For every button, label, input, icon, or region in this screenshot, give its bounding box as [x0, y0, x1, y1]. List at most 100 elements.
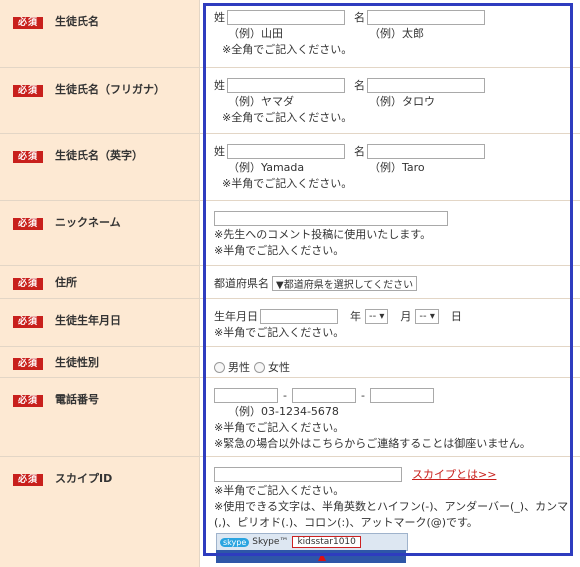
field-cell: - - （例）03-1234-5678 ※半角でご記入ください。 ※緊急の場合以… [200, 378, 580, 456]
required-badge: 必須 [13, 358, 43, 370]
skype-id-input[interactable] [214, 466, 402, 482]
note-emergency: ※緊急の場合以外はこちらからご連絡することは御座いません。 [214, 437, 531, 450]
registration-form: 必須 生徒氏名 姓 名 （例）山田 （例）太郎 ※全角でご記入ください。 必須 生… [0, 0, 580, 567]
cursor-arrow-icon [318, 553, 326, 561]
last-name-roman-input[interactable] [227, 143, 345, 159]
birth-day-select[interactable]: -- ▾ [415, 308, 439, 324]
phone-example: （例）03-1234-5678 [228, 405, 339, 418]
gender-male-label: 男性 [228, 361, 250, 374]
example-sei: （例）ヤマダ [228, 95, 294, 108]
example-mei: （例）太郎 [369, 27, 424, 40]
first-name-input[interactable] [367, 9, 485, 25]
field-cell: 姓 名 （例）Yamada （例）Taro ※半角でご記入ください。 [200, 134, 580, 200]
row-student-name-kana: 必須 生徒氏名（フリガナ） 姓 名 （例）ヤマダ （例）タロウ ※全角でご記入くだ… [0, 68, 580, 134]
note: ※全角でご記入ください。 [222, 43, 353, 56]
label-cell: 必須 生徒性別 [0, 347, 200, 377]
field-label: 生徒生年月日 [55, 314, 121, 327]
birth-month-select[interactable]: -- ▾ [365, 308, 389, 324]
required-badge: 必須 [13, 316, 43, 328]
first-name-kana-input[interactable] [367, 77, 485, 93]
skype-logo: skype [220, 537, 250, 547]
phone-part1-input[interactable] [214, 387, 278, 403]
label-cell: 必須 住所 [0, 266, 200, 298]
label-cell: 必須 スカイプID [0, 457, 200, 567]
field-cell: 都道府県名 ▼都道府県を選択してください [200, 266, 580, 298]
label-cell: 必須 生徒生年月日 [0, 299, 200, 346]
required-badge: 必須 [13, 17, 43, 29]
required-badge: 必須 [13, 218, 43, 230]
gender-female-label: 女性 [268, 361, 290, 374]
year-suffix: 年 [350, 310, 361, 323]
row-student-name: 必須 生徒氏名 姓 名 （例）山田 （例）太郎 ※全角でご記入ください。 [0, 0, 580, 68]
phone-dash: - [360, 388, 365, 402]
note-allowed-chars-cont: (,)、ピリオド(.)、コロン(:)、アットマーク(@)です。 [214, 516, 478, 529]
field-cell: 姓 名 （例）山田 （例）太郎 ※全角でご記入ください。 [200, 0, 580, 67]
required-badge: 必須 [13, 85, 43, 97]
field-cell: 男性 女性 [200, 347, 580, 377]
phone-part2-input[interactable] [291, 387, 356, 403]
row-gender: 必須 生徒性別 男性 女性 [0, 347, 580, 378]
skype-about-link[interactable]: スカイプとは>> [412, 466, 496, 482]
note-halfwidth: ※半角でご記入ください。 [214, 244, 345, 257]
field-label: 生徒性別 [55, 356, 99, 369]
row-nickname: 必須 ニックネーム ※先生へのコメント投稿に使用いたします。 ※半角でご記入くだ… [0, 201, 580, 266]
gender-female-radio[interactable] [254, 361, 265, 373]
example-sei: （例）Yamada [228, 161, 305, 174]
field-label: 住所 [55, 276, 77, 289]
label-cell: 必須 生徒氏名（フリガナ） [0, 68, 200, 133]
birth-year-label: 生年月日 [214, 310, 258, 323]
row-address: 必須 住所 都道府県名 ▼都道府県を選択してください [0, 266, 580, 299]
example-mei: （例）Taro [369, 161, 425, 174]
note: ※全角でご記入ください。 [222, 111, 353, 124]
required-badge: 必須 [13, 151, 43, 163]
month-suffix: 月 [400, 310, 412, 323]
nickname-input[interactable] [214, 210, 448, 226]
note-halfwidth: ※半角でご記入ください。 [214, 484, 345, 497]
row-phone: 必須 電話番号 - - （例）03-1234-5678 ※半角でご記入ください。… [0, 378, 580, 457]
note-allowed-chars: ※使用できる文字は、半角英数とハイフン(-)、アンダーバー(_)、カンマ [214, 500, 569, 513]
first-name-roman-input[interactable] [367, 143, 485, 159]
label-cell: 必須 電話番号 [0, 378, 200, 456]
mei-label: 名 [354, 11, 365, 24]
skype-brand: Skype™ [252, 537, 289, 547]
skype-screenshot: skype Skype™ kidsstar1010 [216, 533, 408, 551]
row-birthdate: 必須 生徒生年月日 生年月日 年 -- ▾ 月 -- ▾ 日 ※半角でご記入くだ… [0, 299, 580, 347]
sei-label: 姓 [214, 11, 225, 24]
label-cell: 必須 生徒氏名（英字） [0, 134, 200, 200]
note: ※半角でご記入ください。 [222, 177, 353, 190]
gender-male-radio[interactable] [214, 361, 225, 373]
example-mei: （例）タロウ [369, 95, 435, 108]
phone-part3-input[interactable] [369, 387, 434, 403]
prefecture-select[interactable]: ▼都道府県を選択してください [272, 275, 418, 291]
skype-username: kidsstar1010 [292, 536, 361, 548]
phone-dash: - [283, 388, 287, 402]
mei-label: 名 [354, 79, 365, 92]
birth-year-input[interactable] [260, 308, 338, 324]
required-badge: 必須 [13, 474, 43, 486]
label-cell: 必須 生徒氏名 [0, 0, 200, 67]
note-usage: ※先生へのコメント投稿に使用いたします。 [214, 228, 432, 241]
required-badge: 必須 [13, 395, 43, 407]
field-label: 生徒氏名（フリガナ） [55, 83, 165, 96]
sei-label: 姓 [214, 145, 225, 158]
note: ※半角でご記入ください。 [214, 326, 345, 339]
field-cell: ※先生へのコメント投稿に使用いたします。 ※半角でご記入ください。 [200, 201, 580, 265]
field-label: 生徒氏名（英字） [55, 149, 143, 162]
last-name-kana-input[interactable] [227, 77, 345, 93]
mei-label: 名 [354, 145, 365, 158]
example-sei: （例）山田 [228, 27, 283, 40]
sei-label: 姓 [214, 79, 225, 92]
note-halfwidth: ※半角でご記入ください。 [214, 421, 345, 434]
field-label: スカイプID [55, 472, 113, 485]
skype-bar [216, 550, 406, 563]
day-suffix: 日 [450, 310, 462, 323]
last-name-input[interactable] [227, 9, 345, 25]
field-cell: 姓 名 （例）ヤマダ （例）タロウ ※全角でご記入ください。 [200, 68, 580, 133]
row-student-name-roman: 必須 生徒氏名（英字） 姓 名 （例）Yamada （例）Taro ※半角でご記入… [0, 134, 580, 201]
field-label: 生徒氏名 [55, 15, 99, 28]
field-cell: 生年月日 年 -- ▾ 月 -- ▾ 日 ※半角でご記入ください。 [200, 299, 580, 346]
label-cell: 必須 ニックネーム [0, 201, 200, 265]
prefecture-label: 都道府県名 [214, 277, 269, 290]
field-label: 電話番号 [55, 393, 99, 406]
required-badge: 必須 [13, 278, 43, 290]
